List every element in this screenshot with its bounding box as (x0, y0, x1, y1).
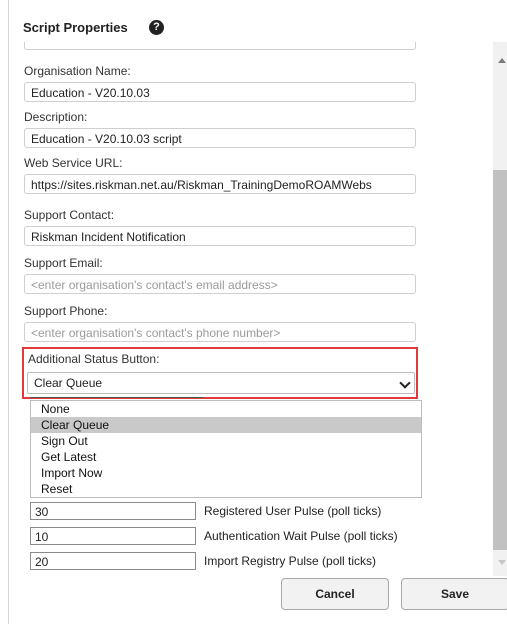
support-phone-input[interactable]: <enter organisation's contact's phone nu… (24, 322, 416, 342)
select-value: Clear Queue (34, 376, 103, 390)
support-phone-label: Support Phone: (24, 304, 108, 318)
scrollbar-thumb[interactable] (493, 170, 507, 550)
scroll-up-arrow-icon[interactable] (498, 58, 506, 63)
chevron-down-icon (399, 377, 411, 389)
additional-status-select[interactable]: Clear Queue (27, 372, 415, 394)
registered-user-pulse-label: Registered User Pulse (poll ticks) (204, 504, 382, 518)
scroll-down-arrow-icon[interactable] (498, 560, 506, 565)
dropdown-option[interactable]: None (31, 401, 421, 417)
properties-scroll-area: Organisation Name: Education - V20.10.03… (19, 42, 493, 576)
import-registry-pulse-input[interactable]: 20 (30, 552, 196, 570)
dropdown-option-selected[interactable]: Clear Queue (31, 417, 421, 433)
dropdown-option[interactable]: Reset (31, 481, 421, 497)
registered-user-pulse-input[interactable]: 30 (30, 502, 196, 520)
web-service-url-label: Web Service URL: (24, 156, 123, 170)
dropdown-list: None Clear Queue Sign Out Get Latest Imp… (30, 400, 422, 498)
support-email-label: Support Email: (24, 256, 103, 270)
organisation-name-input[interactable]: Education - V20.10.03 (24, 82, 416, 102)
description-input[interactable]: Education - V20.10.03 script (24, 128, 416, 148)
support-email-input[interactable]: <enter organisation's contact's email ad… (24, 274, 416, 294)
support-contact-input[interactable]: Riskman Incident Notification (24, 226, 416, 246)
help-icon[interactable]: ? (149, 20, 164, 35)
authentication-wait-pulse-label: Authentication Wait Pulse (poll ticks) (204, 529, 398, 543)
dialog-title: Script Properties (23, 20, 128, 35)
partial-input-field[interactable] (24, 42, 416, 50)
import-registry-pulse-label: Import Registry Pulse (poll ticks) (204, 554, 377, 568)
dropdown-option[interactable]: Import Now (31, 465, 421, 481)
support-contact-label: Support Contact: (24, 208, 115, 222)
organisation-name-label: Organisation Name: (24, 64, 131, 78)
script-properties-dialog: Script Properties ? Organisation Name: E… (8, 0, 507, 624)
authentication-wait-pulse-input[interactable]: 10 (30, 527, 196, 545)
web-service-url-input[interactable]: https://sites.riskman.net.au/Riskman_Tra… (24, 174, 416, 194)
dropdown-option[interactable]: Get Latest (31, 449, 421, 465)
dropdown-option[interactable]: Sign Out (31, 433, 421, 449)
description-label: Description: (24, 110, 88, 124)
additional-status-button-label: Additional Status Button: (28, 352, 160, 366)
cancel-button[interactable]: Cancel (281, 578, 389, 610)
save-button[interactable]: Save (401, 578, 507, 610)
